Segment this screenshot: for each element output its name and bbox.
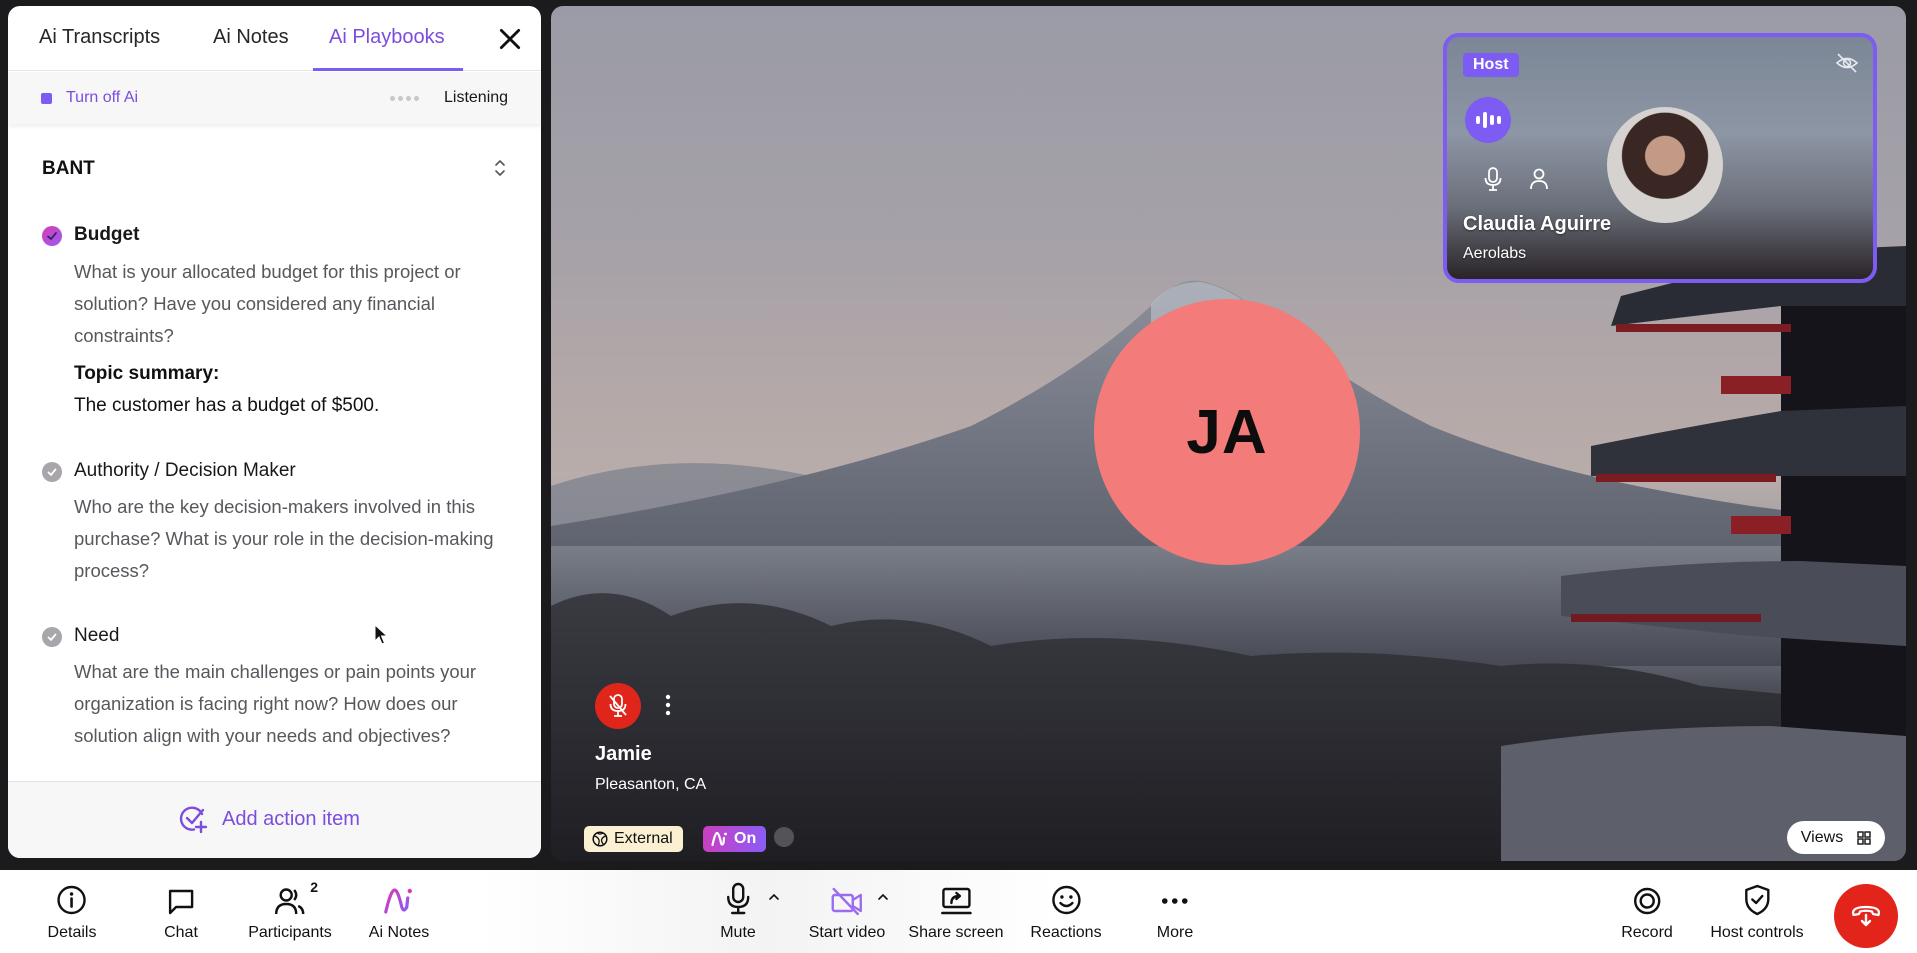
- playbook-title: BANT: [42, 158, 95, 179]
- microphone-icon: [1484, 167, 1502, 191]
- toolbar-label: Mute: [720, 924, 756, 941]
- topic-question: What are the main challenges or pain poi…: [74, 661, 477, 746]
- hide-self-view-icon[interactable]: [1835, 51, 1859, 75]
- participant-muted-button[interactable]: [595, 683, 641, 729]
- topic-question: Who are the key decision-makers involved…: [74, 496, 494, 581]
- end-call-button[interactable]: [1834, 884, 1898, 948]
- participants-icon: [274, 888, 305, 915]
- participant-location: Pleasanton, CA: [595, 776, 707, 793]
- add-task-icon: [179, 806, 208, 834]
- toolbar-mute-button[interactable]: Mute: [720, 870, 756, 953]
- mute-options-chevron-icon[interactable]: [768, 892, 780, 902]
- toolbar-host-controls-button[interactable]: Host controls: [1710, 870, 1804, 953]
- toolbar-label: Ai Notes: [368, 924, 430, 941]
- participant-options-icon[interactable]: [665, 693, 671, 717]
- topic-pending-check-icon: [42, 462, 62, 482]
- ai-status-label: Listening: [444, 89, 509, 106]
- ai-icon: [711, 831, 727, 847]
- language-globe-icon: [774, 827, 794, 847]
- add-action-item-label: Add action item: [222, 807, 360, 830]
- chat-icon: [168, 889, 194, 915]
- close-icon[interactable]: [497, 26, 523, 52]
- participant-avatar: JA: [1094, 299, 1360, 565]
- topic-covered-check-icon: [42, 226, 62, 246]
- topic-summary-text: The customer has a budget of $500.: [74, 395, 380, 416]
- toolbar-reactions-button[interactable]: Reactions: [1030, 870, 1102, 953]
- host-name: Claudia Aguirre: [1463, 213, 1612, 235]
- meeting-toolbar: Details Chat 2 Participants Ai Notes Mut…: [0, 870, 1917, 953]
- mouse-cursor-icon: [374, 624, 388, 645]
- smiley-icon: [1051, 885, 1081, 915]
- ai-on-badge-label: On: [734, 830, 757, 847]
- toolbar-label: More: [1156, 924, 1194, 941]
- toolbar-label: Chat: [164, 924, 198, 941]
- toolbar-label: Reactions: [1030, 924, 1102, 941]
- toolbar-label: Participants: [248, 924, 332, 941]
- info-icon: [57, 885, 87, 915]
- toolbar-record-button[interactable]: Record: [1621, 870, 1673, 953]
- globe-icon: [592, 831, 608, 847]
- toolbar-start-video-button[interactable]: Start video: [809, 870, 885, 953]
- mic-off-icon: [609, 694, 627, 717]
- topic-summary-label: Topic summary:: [74, 363, 220, 384]
- toolbar-ai-notes-button[interactable]: Ai Notes: [369, 870, 429, 953]
- participant-name: Jamie: [595, 743, 652, 765]
- person-icon: [1530, 168, 1548, 190]
- toolbar-label: Details: [47, 924, 97, 941]
- toolbar-label: Record: [1621, 924, 1673, 941]
- participant-count: 2: [310, 879, 318, 895]
- expand-collapse-icon[interactable]: [492, 156, 508, 180]
- meeting-app: Ai Transcripts Ai Notes Ai Playbooks Tur…: [0, 0, 1917, 953]
- stop-icon: [41, 93, 52, 104]
- topic-name: Authority / Decision Maker: [74, 460, 296, 481]
- topic-question: What is your allocated budget for this p…: [74, 261, 461, 346]
- record-icon: [1633, 887, 1661, 915]
- external-badge: External: [584, 826, 683, 852]
- host-avatar-photo: [1607, 107, 1723, 223]
- host-organization: Aerolabs: [1463, 245, 1527, 262]
- tab-ai-notes[interactable]: Ai Notes: [213, 26, 289, 49]
- ai-side-panel: Ai Transcripts Ai Notes Ai Playbooks Tur…: [8, 6, 541, 858]
- topic-name: Budget: [74, 224, 140, 245]
- toolbar-details-button[interactable]: Details: [47, 870, 97, 953]
- listening-indicator-icon: [390, 96, 419, 101]
- topic-pending-check-icon: [42, 627, 62, 647]
- ai-icon: [384, 888, 413, 914]
- active-tab-indicator: [313, 68, 463, 71]
- panel-footer: Add action item: [8, 781, 541, 858]
- end-call-icon: [1851, 905, 1881, 927]
- external-badge-label: External: [614, 830, 673, 847]
- speaking-indicator-icon: [1465, 97, 1511, 143]
- avatar-initials: JA: [1186, 397, 1268, 467]
- host-video-tile[interactable]: Host Claudia Aguirre Aerolabs: [1443, 33, 1877, 283]
- toolbar-label: Share screen: [908, 924, 1004, 941]
- panel-tabs: Ai Transcripts Ai Notes Ai Playbooks: [8, 6, 541, 71]
- toolbar-chat-button[interactable]: Chat: [164, 870, 198, 953]
- video-off-icon: [831, 887, 863, 916]
- views-label: Views: [1800, 828, 1844, 846]
- grid-icon: [1857, 830, 1871, 845]
- ai-status-bar: Turn off Ai Listening: [8, 72, 541, 124]
- turn-off-ai-button[interactable]: Turn off Ai: [66, 89, 138, 107]
- video-options-chevron-icon[interactable]: [877, 892, 889, 902]
- topic-name: Need: [74, 625, 120, 646]
- toolbar-label: Host controls: [1710, 924, 1804, 941]
- tab-ai-playbooks[interactable]: Ai Playbooks: [329, 26, 445, 49]
- microphone-icon: [726, 882, 750, 915]
- host-role-badge: Host: [1463, 53, 1519, 77]
- toolbar-participants-button[interactable]: 2 Participants: [248, 870, 332, 953]
- toolbar-share-screen-button[interactable]: Share screen: [908, 870, 1004, 953]
- shield-check-icon: [1744, 884, 1770, 916]
- share-screen-icon: [940, 887, 972, 915]
- toolbar-more-button[interactable]: More: [1157, 870, 1193, 953]
- add-action-item-button[interactable]: Add action item: [178, 804, 360, 834]
- tab-ai-transcripts[interactable]: Ai Transcripts: [39, 26, 160, 49]
- toolbar-label: Start video: [808, 924, 886, 941]
- views-button[interactable]: Views: [1787, 821, 1885, 854]
- more-icon: [1162, 898, 1188, 904]
- ai-on-badge: On: [703, 826, 767, 852]
